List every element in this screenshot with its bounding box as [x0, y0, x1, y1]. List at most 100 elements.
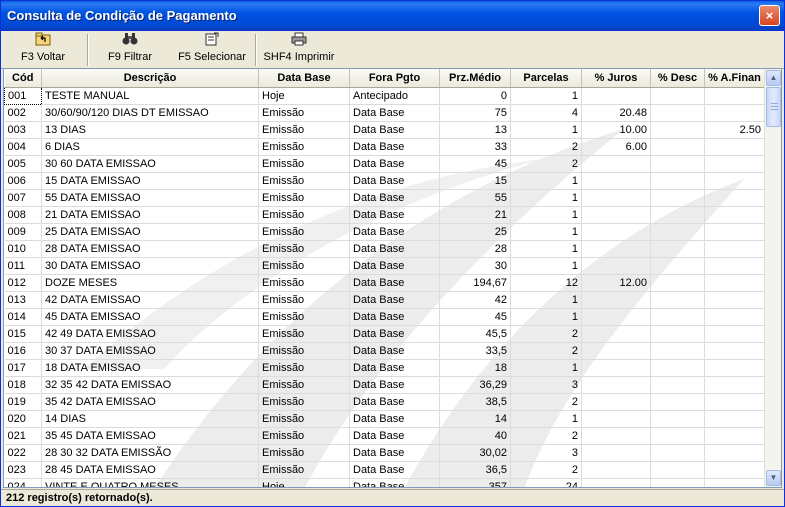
cell-cod: 023	[4, 461, 42, 479]
cell-cod: 013	[4, 291, 42, 309]
cell-juros: 10.00	[581, 121, 651, 139]
table-row[interactable]: 022 28 30 32 DATA EMISSÃO Emissão Data Base…	[4, 444, 765, 462]
cell-descricao: DOZE MESES	[41, 274, 259, 292]
cell-fora-pgto: Data Base	[349, 342, 440, 360]
data-grid[interactable]: Cód Descrição Data Base Fora Pgto Prz.Mé…	[3, 68, 782, 488]
table-row[interactable]: 013 42 DATA EMISSAO Emissão Data Base 42 1	[4, 291, 765, 309]
table-row[interactable]: 016 30 37 DATA EMISSAO Emissão Data Base 33,…	[4, 342, 765, 360]
cell-cod: 004	[4, 138, 42, 156]
cell-juros	[581, 240, 651, 258]
cell-a-finan	[704, 325, 765, 343]
cell-a-finan	[704, 342, 765, 360]
status-bar: 212 registro(s) retornado(s).	[1, 489, 784, 506]
table-row[interactable]: 001 TESTE MANUAL Hoje Antecipado 0 1	[4, 86, 765, 105]
table-row[interactable]: 024 VINTE E QUATRO MESES Hoje Data Base 357 2…	[4, 478, 765, 487]
title-bar[interactable]: Consulta de Condição de Pagamento ×	[1, 1, 784, 31]
imprimir-button[interactable]: SHF4 Imprimir	[263, 32, 335, 68]
cell-desc	[650, 104, 705, 122]
vertical-scrollbar[interactable]: ▲ ▼	[764, 69, 781, 487]
table-row[interactable]: 019 35 42 DATA EMISSAO Emissão Data Base 38,…	[4, 393, 765, 411]
col-header-desc[interactable]: % Desc	[650, 69, 705, 88]
cell-juros	[581, 444, 651, 462]
col-header-parcelas[interactable]: Parcelas	[510, 69, 582, 88]
selecionar-button[interactable]: F5 Selecionar	[173, 32, 251, 68]
table-row[interactable]: 007 55 DATA EMISSAO Emissão Data Base 55 1	[4, 189, 765, 207]
cell-data-base: Emissão	[258, 359, 350, 377]
cell-cod: 010	[4, 240, 42, 258]
cell-parcelas: 2	[510, 138, 582, 156]
cell-a-finan	[704, 359, 765, 377]
cell-a-finan	[704, 461, 765, 479]
cell-data-base: Emissão	[258, 257, 350, 275]
col-header-data-base[interactable]: Data Base	[258, 69, 350, 88]
cell-prz-medio: 21	[439, 206, 511, 224]
table-row[interactable]: 017 18 DATA EMISSAO Emissão Data Base 18 1	[4, 359, 765, 377]
cell-fora-pgto: Data Base	[349, 189, 440, 207]
cell-a-finan	[704, 223, 765, 241]
close-button[interactable]: ×	[759, 5, 780, 26]
cell-parcelas: 1	[510, 87, 582, 105]
cell-parcelas: 2	[510, 393, 582, 411]
cell-descricao: 25 DATA EMISSAO	[41, 223, 259, 241]
col-header-juros[interactable]: % Juros	[581, 69, 651, 88]
cell-a-finan	[704, 427, 765, 445]
table-row[interactable]: 006 15 DATA EMISSAO Emissão Data Base 15 1	[4, 172, 765, 190]
cell-data-base: Emissão	[258, 172, 350, 190]
cell-desc	[650, 444, 705, 462]
table-row[interactable]: 020 14 DIAS Emissão Data Base 14 1	[4, 410, 765, 428]
col-header-prz-medio[interactable]: Prz.Médio	[439, 69, 511, 88]
table-row[interactable]: 003 13 DIAS Emissão Data Base 13 1 10.00 2.50	[4, 121, 765, 139]
filtrar-button[interactable]: F9 Filtrar	[97, 32, 163, 68]
table-row[interactable]: 018 32 35 42 DATA EMISSAO Emissão Data Base…	[4, 376, 765, 394]
scroll-thumb[interactable]	[766, 87, 781, 127]
table-row[interactable]: 015 42 49 DATA EMISSAO Emissão Data Base 45,…	[4, 325, 765, 343]
cell-cod: 005	[4, 155, 42, 173]
table-row[interactable]: 005 30 60 DATA EMISSAO Emissão Data Base 45 2	[4, 155, 765, 173]
col-header-a-finan[interactable]: % A.Finan	[704, 69, 765, 88]
table-row[interactable]: 012 DOZE MESES Emissão Data Base 194,67 12 12.…	[4, 274, 765, 292]
cell-cod: 019	[4, 393, 42, 411]
cell-cod: 003	[4, 121, 42, 139]
cell-a-finan	[704, 172, 765, 190]
toolbar: F3 Voltar F9 Filtrar F5 Selecionar SHF4 …	[1, 31, 784, 69]
voltar-button[interactable]: F3 Voltar	[11, 32, 75, 68]
table-row[interactable]: 009 25 DATA EMISSAO Emissão Data Base 25 1	[4, 223, 765, 241]
cell-fora-pgto: Data Base	[349, 121, 440, 139]
cell-data-base: Emissão	[258, 206, 350, 224]
table-row[interactable]: 014 45 DATA EMISSAO Emissão Data Base 45 1	[4, 308, 765, 326]
cell-prz-medio: 13	[439, 121, 511, 139]
table-row[interactable]: 002 30/60/90/120 DIAS DT EMISSAO Emissão Da…	[4, 104, 765, 122]
cell-descricao: 35 42 DATA EMISSAO	[41, 393, 259, 411]
cell-descricao: VINTE E QUATRO MESES	[41, 478, 259, 487]
cell-juros	[581, 325, 651, 343]
toolbar-separator	[255, 34, 257, 66]
table-row[interactable]: 011 30 DATA EMISSAO Emissão Data Base 30 1	[4, 257, 765, 275]
cell-parcelas: 2	[510, 325, 582, 343]
cell-juros	[581, 427, 651, 445]
cell-a-finan	[704, 155, 765, 173]
table-row[interactable]: 008 21 DATA EMISSAO Emissão Data Base 21 1	[4, 206, 765, 224]
cell-fora-pgto: Data Base	[349, 172, 440, 190]
table-row[interactable]: 021 35 45 DATA EMISSAO Emissão Data Base 40 2	[4, 427, 765, 445]
cell-data-base: Emissão	[258, 138, 350, 156]
selecionar-label: F5 Selecionar	[178, 51, 246, 63]
col-header-descricao[interactable]: Descrição	[41, 69, 259, 88]
cell-juros: 12.00	[581, 274, 651, 292]
table-row[interactable]: 023 28 45 DATA EMISSAO Emissão Data Base 36,…	[4, 461, 765, 479]
cell-parcelas: 1	[510, 172, 582, 190]
table-row[interactable]: 010 28 DATA EMISSAO Emissão Data Base 28 1	[4, 240, 765, 258]
cell-descricao: 28 DATA EMISSAO	[41, 240, 259, 258]
cell-cod: 017	[4, 359, 42, 377]
cell-desc	[650, 155, 705, 173]
cell-descricao: 30/60/90/120 DIAS DT EMISSAO	[41, 104, 259, 122]
col-header-fora-pgto[interactable]: Fora Pgto	[349, 69, 440, 88]
cell-data-base: Emissão	[258, 427, 350, 445]
scroll-up-button[interactable]: ▲	[766, 70, 781, 86]
cell-desc	[650, 87, 705, 105]
cell-a-finan	[704, 257, 765, 275]
scroll-down-button[interactable]: ▼	[766, 470, 781, 486]
cell-desc	[650, 478, 705, 487]
col-header-cod[interactable]: Cód	[4, 69, 42, 88]
table-row[interactable]: 004 6 DIAS Emissão Data Base 33 2 6.00	[4, 138, 765, 156]
cell-desc	[650, 325, 705, 343]
